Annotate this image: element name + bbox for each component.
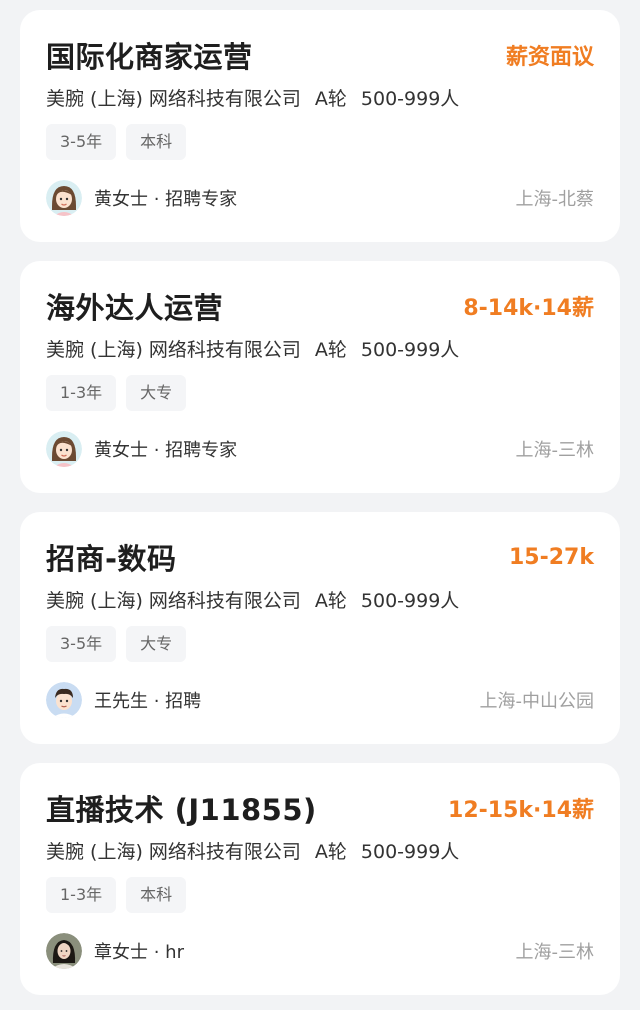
company-name: 美腕 (上海) 网络科技有限公司 — [46, 88, 301, 110]
job-location: 上海-中山公园 — [479, 691, 595, 712]
salary: 15-27k — [509, 544, 594, 570]
job-title: 国际化商家运营 — [46, 40, 253, 74]
company-size: 500-999人 — [360, 339, 460, 361]
experience-tag: 3-5年 — [46, 626, 117, 662]
job-card[interactable]: 直播技术 (J11855) 12-15k·14薪 美腕 (上海) 网络科技有限公… — [20, 763, 620, 995]
job-tags: 3-5年 大专 — [46, 626, 187, 662]
job-tags: 3-5年 本科 — [46, 124, 187, 160]
job-footer: 黄女士 · 招聘专家 上海-三林 — [46, 429, 594, 469]
job-location: 上海-三林 — [515, 942, 595, 963]
job-location: 上海-北蔡 — [515, 189, 595, 210]
job-card[interactable]: 海外达人运营 8-14k·14薪 美腕 (上海) 网络科技有限公司 A轮 500-9… — [20, 261, 620, 493]
recruiter: 黄女士 · 招聘专家 — [46, 431, 237, 467]
job-header: 海外达人运营 8-14k·14薪 — [46, 285, 594, 327]
job-title: 海外达人运营 — [46, 291, 224, 325]
recruiter: 章女士 · hr — [46, 933, 184, 969]
job-header: 招商-数码 15-27k — [46, 536, 594, 578]
company-info: 美腕 (上海) 网络科技有限公司 A轮 500-999人 — [46, 335, 473, 362]
job-footer: 王先生 · 招聘 上海-中山公园 — [46, 680, 594, 720]
education-tag: 大专 — [126, 375, 187, 411]
recruiter: 王先生 · 招聘 — [46, 682, 201, 718]
education-tag: 本科 — [126, 877, 187, 913]
company-info: 美腕 (上海) 网络科技有限公司 A轮 500-999人 — [46, 84, 473, 111]
woman-photo-avatar-icon — [46, 933, 82, 969]
experience-tag: 1-3年 — [46, 375, 117, 411]
company-size: 500-999人 — [360, 590, 460, 612]
experience-tag: 1-3年 — [46, 877, 117, 913]
job-card[interactable]: 国际化商家运营 薪资面议 美腕 (上海) 网络科技有限公司 A轮 500-999人 … — [20, 10, 620, 242]
job-footer: 章女士 · hr 上海-三林 — [46, 931, 594, 971]
education-tag: 大专 — [126, 626, 187, 662]
recruiter-name: 黄女士 · 招聘专家 — [94, 440, 238, 461]
job-header: 直播技术 (J11855) 12-15k·14薪 — [46, 787, 594, 829]
company-name: 美腕 (上海) 网络科技有限公司 — [46, 339, 301, 361]
woman-cartoon-avatar-icon — [46, 180, 82, 216]
funding-stage: A轮 — [314, 590, 347, 612]
woman-cartoon-avatar-icon — [46, 431, 82, 467]
funding-stage: A轮 — [314, 88, 347, 110]
man-cartoon-avatar-icon — [46, 682, 82, 718]
salary: 12-15k·14薪 — [448, 798, 594, 823]
recruiter-name: 王先生 · 招聘 — [94, 691, 202, 712]
job-footer: 黄女士 · 招聘专家 上海-北蔡 — [46, 178, 594, 218]
job-header: 国际化商家运营 薪资面议 — [46, 34, 594, 76]
recruiter-name: 黄女士 · 招聘专家 — [94, 189, 238, 210]
education-tag: 本科 — [126, 124, 187, 160]
company-name: 美腕 (上海) 网络科技有限公司 — [46, 590, 301, 612]
funding-stage: A轮 — [314, 841, 347, 863]
job-location: 上海-三林 — [515, 440, 595, 461]
salary: 8-14k·14薪 — [463, 296, 594, 321]
job-card[interactable]: 招商-数码 15-27k 美腕 (上海) 网络科技有限公司 A轮 500-999人 … — [20, 512, 620, 744]
recruiter: 黄女士 · 招聘专家 — [46, 180, 237, 216]
experience-tag: 3-5年 — [46, 124, 117, 160]
company-info: 美腕 (上海) 网络科技有限公司 A轮 500-999人 — [46, 837, 473, 864]
company-name: 美腕 (上海) 网络科技有限公司 — [46, 841, 301, 863]
company-size: 500-999人 — [360, 841, 460, 863]
job-tags: 1-3年 本科 — [46, 877, 187, 913]
funding-stage: A轮 — [314, 339, 347, 361]
job-list: 国际化商家运营 薪资面议 美腕 (上海) 网络科技有限公司 A轮 500-999人 … — [0, 0, 640, 1010]
company-size: 500-999人 — [360, 88, 460, 110]
company-info: 美腕 (上海) 网络科技有限公司 A轮 500-999人 — [46, 586, 473, 613]
job-title: 招商-数码 — [46, 542, 177, 576]
job-tags: 1-3年 大专 — [46, 375, 187, 411]
recruiter-name: 章女士 · hr — [94, 942, 184, 963]
salary: 薪资面议 — [505, 45, 594, 70]
job-title: 直播技术 (J11855) — [46, 793, 317, 827]
